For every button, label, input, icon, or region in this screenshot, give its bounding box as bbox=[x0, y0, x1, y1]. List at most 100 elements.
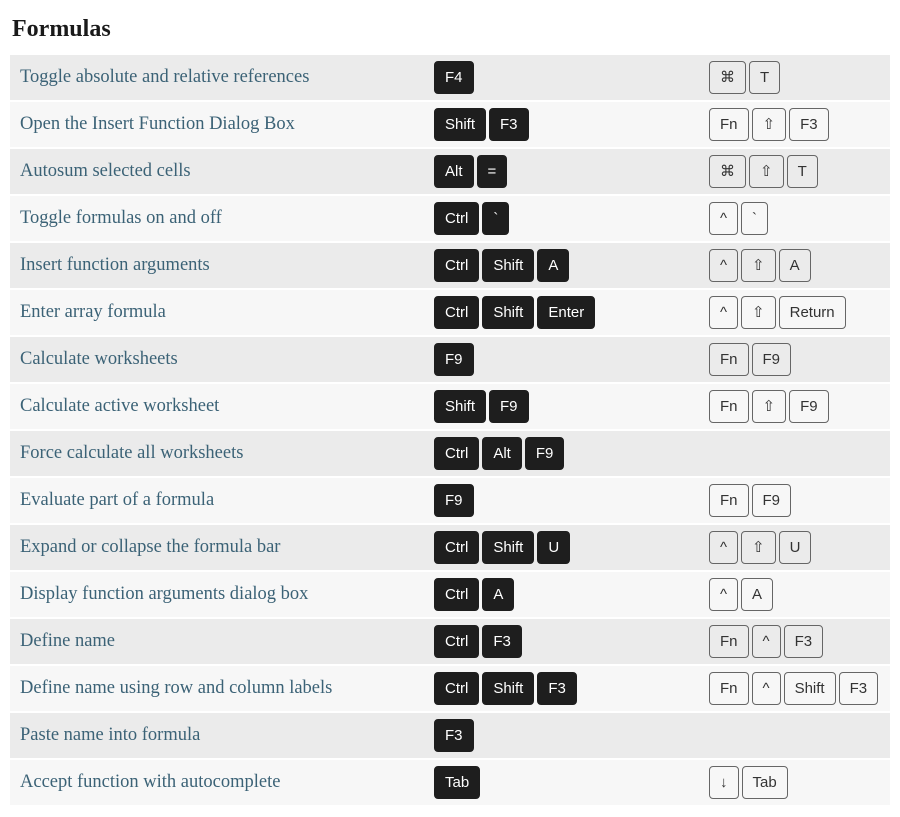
key-light: Return bbox=[779, 296, 846, 329]
shortcut-link[interactable]: Accept function with autocomplete bbox=[20, 772, 280, 792]
key-light: Tab bbox=[742, 766, 788, 799]
key-dark: F3 bbox=[489, 108, 529, 141]
mac-keys: ^` bbox=[705, 195, 890, 242]
table-row: Autosum selected cellsAlt=⌘⇧T bbox=[10, 148, 890, 195]
mac-keys: ⌘T bbox=[705, 55, 890, 101]
key-dark: F9 bbox=[489, 390, 529, 423]
key-dark: U bbox=[537, 531, 570, 564]
key-light: ^ bbox=[709, 296, 738, 329]
mac-keys: ^⇧A bbox=[705, 242, 890, 289]
shortcut-link[interactable]: Insert function arguments bbox=[20, 255, 210, 275]
key-light: A bbox=[779, 249, 811, 282]
mac-keys: ^⇧U bbox=[705, 524, 890, 571]
shortcut-description: Calculate worksheets bbox=[10, 336, 430, 383]
key-dark: Tab bbox=[434, 766, 480, 799]
shortcut-link[interactable]: Define name bbox=[20, 631, 115, 651]
shortcut-link[interactable]: Display function arguments dialog box bbox=[20, 584, 308, 604]
table-row: Accept function with autocompleteTab↓Tab bbox=[10, 759, 890, 806]
windows-keys: CtrlShiftF3 bbox=[430, 665, 705, 712]
key-dark: F3 bbox=[537, 672, 577, 705]
key-dark: Ctrl bbox=[434, 296, 479, 329]
key-light: U bbox=[779, 531, 812, 564]
shortcut-link[interactable]: Expand or collapse the formula bar bbox=[20, 537, 280, 557]
key-light: Fn bbox=[709, 484, 749, 517]
key-light: ⇧ bbox=[752, 108, 787, 141]
key-light: ^ bbox=[709, 249, 738, 282]
windows-keys: CtrlF3 bbox=[430, 618, 705, 665]
shortcut-description: Enter array formula bbox=[10, 289, 430, 336]
key-dark: Alt bbox=[434, 155, 474, 188]
key-dark: Ctrl bbox=[434, 625, 479, 658]
windows-keys: ShiftF9 bbox=[430, 383, 705, 430]
shortcut-link[interactable]: Enter array formula bbox=[20, 302, 166, 322]
key-light: Fn bbox=[709, 625, 749, 658]
shortcut-link[interactable]: Toggle absolute and relative references bbox=[20, 67, 309, 87]
shortcut-link[interactable]: Calculate worksheets bbox=[20, 349, 178, 369]
table-row: Define name using row and column labels C… bbox=[10, 665, 890, 712]
key-dark: F4 bbox=[434, 61, 474, 94]
key-light: ⇧ bbox=[741, 531, 776, 564]
shortcut-description: Evaluate part of a formula bbox=[10, 477, 430, 524]
key-dark: A bbox=[537, 249, 569, 282]
key-dark: Shift bbox=[482, 296, 534, 329]
key-light: F9 bbox=[752, 343, 792, 376]
mac-keys: Fn⇧F9 bbox=[705, 383, 890, 430]
key-light: ^ bbox=[709, 202, 738, 235]
key-light: F3 bbox=[839, 672, 879, 705]
shortcut-link[interactable]: Evaluate part of a formula bbox=[20, 490, 214, 510]
table-row: Enter array formula CtrlShiftEnter ^⇧Retur… bbox=[10, 289, 890, 336]
shortcut-link[interactable]: Calculate active worksheet bbox=[20, 396, 219, 416]
key-dark: Alt bbox=[482, 437, 522, 470]
shortcut-description: Expand or collapse the formula bar bbox=[10, 524, 430, 571]
shortcut-description: Define name bbox=[10, 618, 430, 665]
key-light: Fn bbox=[709, 343, 749, 376]
key-dark: Shift bbox=[434, 108, 486, 141]
key-light: ⌘ bbox=[709, 155, 746, 188]
key-dark: F9 bbox=[434, 484, 474, 517]
shortcut-description: Paste name into formula bbox=[10, 712, 430, 759]
table-row: Calculate active worksheetShiftF9Fn⇧F9 bbox=[10, 383, 890, 430]
key-dark: Ctrl bbox=[434, 578, 479, 611]
table-row: Paste name into formulaF3 bbox=[10, 712, 890, 759]
key-dark: A bbox=[482, 578, 514, 611]
table-row: Toggle formulas on and off Ctrl` ^` bbox=[10, 195, 890, 242]
key-light: ⌘ bbox=[709, 61, 746, 94]
key-light: ⇧ bbox=[741, 249, 776, 282]
shortcut-link[interactable]: Define name using row and column labels bbox=[20, 678, 332, 698]
key-dark: F3 bbox=[482, 625, 522, 658]
key-light: Fn bbox=[709, 672, 749, 705]
key-light: ↓ bbox=[709, 766, 739, 799]
key-dark: Ctrl bbox=[434, 672, 479, 705]
key-dark: Shift bbox=[434, 390, 486, 423]
shortcut-link[interactable]: Paste name into formula bbox=[20, 725, 200, 745]
key-dark: ` bbox=[482, 202, 509, 235]
mac-keys bbox=[705, 712, 890, 759]
shortcut-description: Toggle formulas on and off bbox=[10, 195, 430, 242]
key-dark: Shift bbox=[482, 531, 534, 564]
key-dark: Ctrl bbox=[434, 202, 479, 235]
windows-keys: F9 bbox=[430, 477, 705, 524]
shortcut-link[interactable]: Open the Insert Function Dialog Box bbox=[20, 114, 295, 134]
table-row: Define name CtrlF3Fn^ F3 bbox=[10, 618, 890, 665]
key-light: Fn bbox=[709, 108, 749, 141]
key-light: ⇧ bbox=[741, 296, 776, 329]
shortcut-description: Autosum selected cells bbox=[10, 148, 430, 195]
windows-keys: F4 bbox=[430, 55, 705, 101]
key-light: T bbox=[787, 155, 818, 188]
key-dark: F9 bbox=[525, 437, 565, 470]
shortcut-description: Insert function arguments bbox=[10, 242, 430, 289]
key-light: ^ bbox=[709, 531, 738, 564]
table-row: Toggle absolute and relative references F… bbox=[10, 55, 890, 101]
shortcut-link[interactable]: Force calculate all worksheets bbox=[20, 443, 243, 463]
shortcut-description: Force calculate all worksheets bbox=[10, 430, 430, 477]
shortcut-link[interactable]: Autosum selected cells bbox=[20, 161, 191, 181]
windows-keys: F9 bbox=[430, 336, 705, 383]
shortcut-description: Define name using row and column labels bbox=[10, 665, 430, 712]
mac-keys: Fn⇧F3 bbox=[705, 101, 890, 148]
key-light: ^ bbox=[752, 625, 781, 658]
shortcut-link[interactable]: Toggle formulas on and off bbox=[20, 208, 222, 228]
key-light: ⇧ bbox=[752, 390, 787, 423]
key-dark: Enter bbox=[537, 296, 595, 329]
mac-keys: ⌘⇧T bbox=[705, 148, 890, 195]
windows-keys: CtrlA bbox=[430, 571, 705, 618]
